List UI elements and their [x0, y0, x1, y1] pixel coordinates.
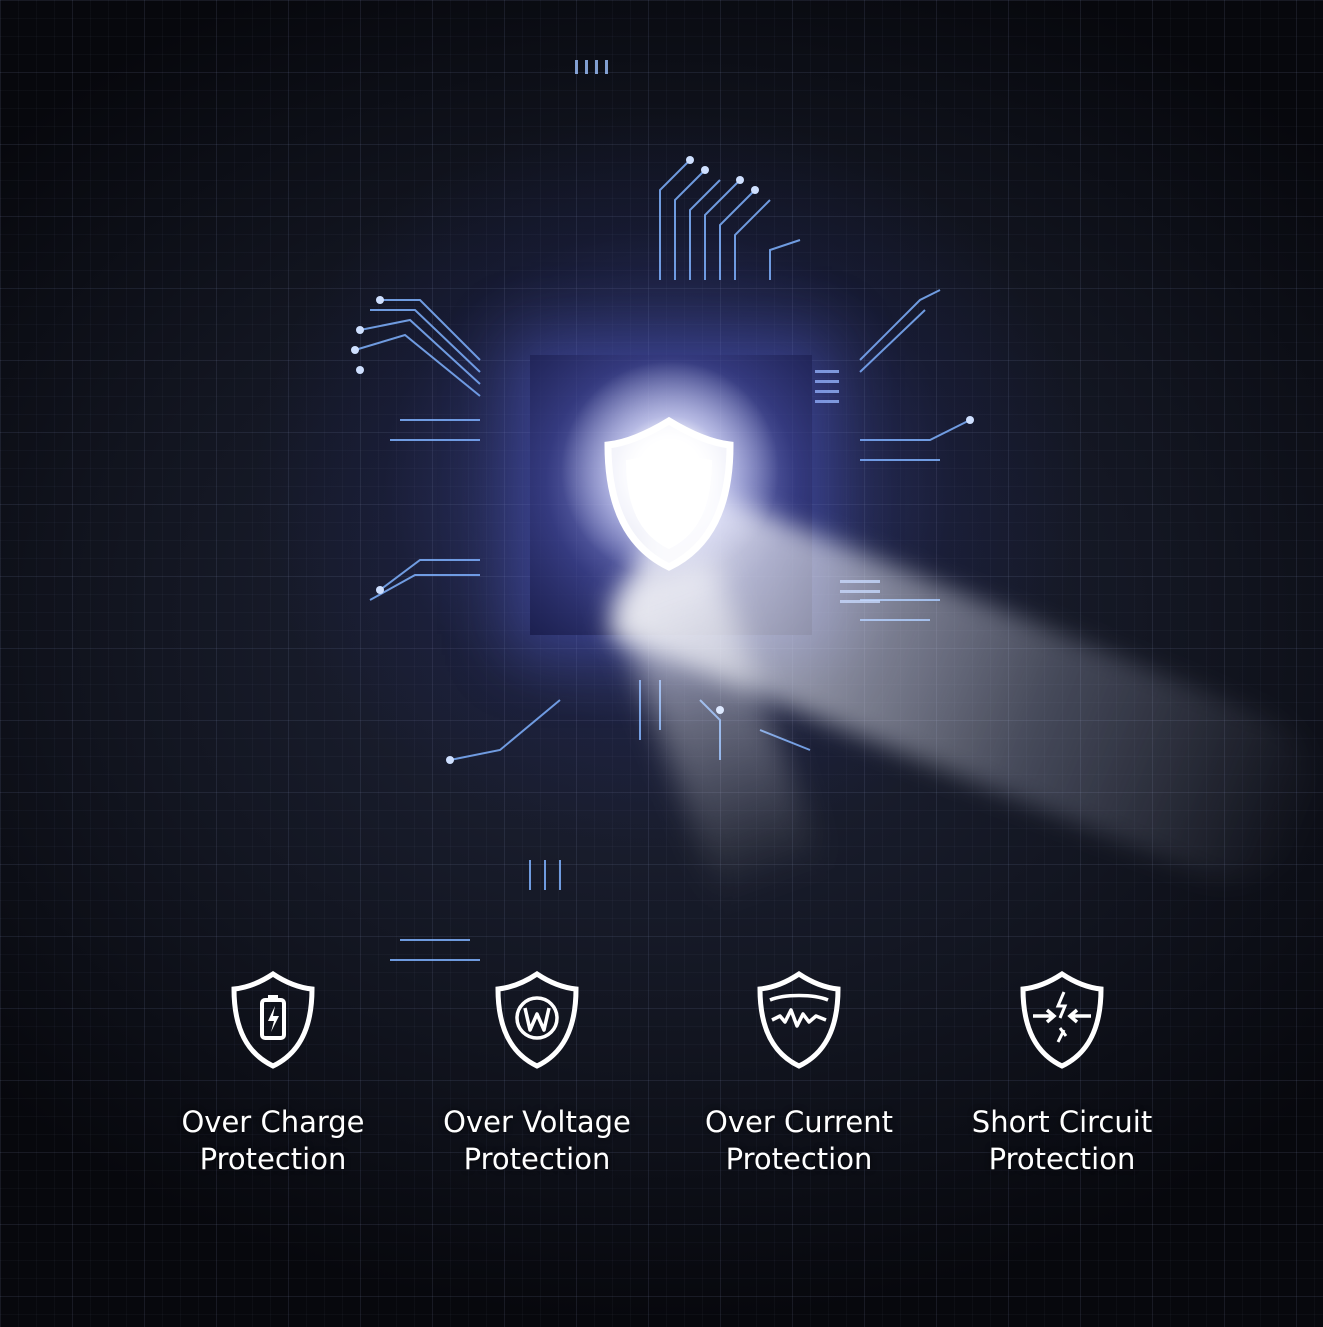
feature-label-line2: Protection	[463, 1142, 611, 1176]
shield-icon	[604, 416, 734, 571]
feature-label-line2: Protection	[199, 1142, 347, 1176]
feature-over-charge: Over Charge Protection	[143, 970, 403, 1178]
protection-banner: Over Charge Protection Over Voltage Protec…	[0, 0, 1323, 1327]
feature-over-current: Over Current Protection	[669, 970, 929, 1178]
feature-label-line1: Over Voltage	[443, 1105, 631, 1139]
feature-label-line1: Over Charge	[181, 1105, 365, 1139]
w-shield-icon	[495, 970, 579, 1069]
feature-label-line2: Protection	[725, 1142, 873, 1176]
feature-label-line1: Short Circuit	[971, 1105, 1153, 1139]
feature-label-line1: Over Current	[705, 1105, 893, 1139]
feature-short-circuit: Short Circuit Protection	[932, 970, 1192, 1178]
spark-shield-icon	[1020, 970, 1104, 1069]
wave-shield-icon	[757, 970, 841, 1069]
feature-over-voltage: Over Voltage Protection	[407, 970, 667, 1178]
feature-label-line2: Protection	[988, 1142, 1136, 1176]
battery-shield-icon	[231, 970, 315, 1069]
